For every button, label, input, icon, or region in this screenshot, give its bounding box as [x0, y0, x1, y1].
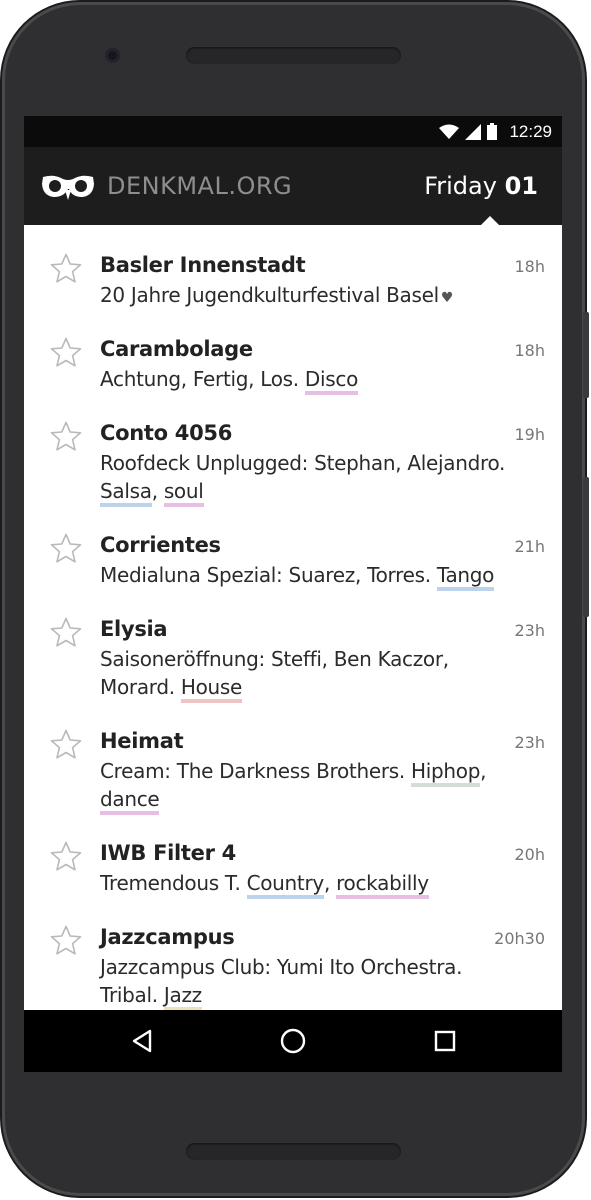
event-description: Saisoneröffnung: Steffi, Ben Kaczor, Mor…: [100, 645, 562, 703]
date-number: 01: [504, 172, 538, 200]
recents-button[interactable]: [415, 1010, 475, 1072]
star-icon[interactable]: [50, 925, 82, 956]
genre-tag-country[interactable]: Country: [246, 871, 324, 899]
genre-tag-house[interactable]: House: [180, 675, 242, 703]
brand-name[interactable]: DENKMAL.ORG: [107, 172, 292, 200]
event-time: 18h: [514, 257, 546, 276]
venue-name: Heimat: [100, 729, 184, 753]
day-label: Friday: [424, 172, 497, 200]
genre-tag-tango[interactable]: Tango: [436, 563, 494, 591]
app-bar: DENKMAL.ORG Friday 01: [24, 147, 562, 225]
star-icon[interactable]: [50, 253, 82, 284]
volume-button: [583, 477, 589, 617]
power-button: [583, 312, 589, 398]
event-description: Tremendous T. Country, rockabilly: [100, 869, 562, 899]
owl-logo-icon[interactable]: [41, 174, 95, 200]
event-time: 21h: [514, 537, 546, 556]
event-item[interactable]: Elysia Saisoneröffnung: Steffi, Ben Kacz…: [24, 616, 562, 728]
event-item[interactable]: Corrientes Medialuna Spezial: Suarez, To…: [24, 532, 562, 616]
event-item[interactable]: Carambolage Achtung, Fertig, Los. Disco …: [24, 336, 562, 420]
event-item[interactable]: Basler Innenstadt 20 Jahre Jugendkulturf…: [24, 252, 562, 336]
wifi-icon: [439, 124, 460, 139]
home-button[interactable]: [263, 1010, 323, 1072]
event-time: 20h30: [494, 929, 545, 948]
screen: 12:29 DENKMAL.ORG Friday 01 Basler Innen…: [24, 116, 562, 1072]
heart-icon: ♥: [440, 290, 454, 306]
battery-icon: [487, 123, 498, 140]
event-time: 18h: [514, 341, 546, 360]
star-icon[interactable]: [50, 421, 82, 452]
date-selector[interactable]: Friday 01: [424, 172, 538, 200]
venue-name: Corrientes: [100, 533, 221, 557]
genre-tag-salsa[interactable]: Salsa: [100, 479, 152, 507]
navigation-bar: [24, 1010, 562, 1072]
venue-name: Jazzcampus: [100, 925, 235, 949]
back-icon: [132, 1029, 152, 1053]
star-icon[interactable]: [50, 533, 82, 564]
event-description: 20 Jahre Jugendkulturfestival Basel ♥: [100, 283, 454, 307]
back-button[interactable]: [112, 1010, 172, 1072]
event-item[interactable]: Heimat Cream: The Darkness Brothers. Hip…: [24, 728, 562, 840]
event-description: Medialuna Spezial: Suarez, Torres. Tango: [100, 561, 562, 591]
event-description: Cream: The Darkness Brothers. Hiphop, da…: [100, 757, 562, 815]
event-description: Roofdeck Unplugged: Stephan, Alejandro. …: [100, 449, 562, 507]
genre-tag-hiphop[interactable]: Hiphop: [411, 759, 480, 787]
top-speaker: [186, 47, 401, 64]
event-time: 23h: [514, 733, 546, 752]
event-description: Achtung, Fertig, Los. Disco: [100, 365, 562, 395]
signal-icon: [465, 123, 482, 140]
recents-icon: [434, 1030, 456, 1052]
venue-name: Elysia: [100, 617, 168, 641]
status-bar: 12:29: [24, 116, 562, 147]
venue-name: Conto 4056: [100, 421, 233, 445]
event-time: 20h: [514, 845, 546, 864]
star-icon[interactable]: [50, 729, 82, 760]
venue-name: IWB Filter 4: [100, 841, 236, 865]
genre-tag-dance[interactable]: dance: [100, 787, 160, 815]
genre-tag-jazz[interactable]: Jazz: [163, 983, 202, 1011]
bottom-speaker: [186, 1143, 401, 1160]
genre-tag-rockabilly[interactable]: rockabilly: [336, 871, 429, 899]
event-item[interactable]: Conto 4056 Roofdeck Unplugged: Stephan, …: [24, 420, 562, 532]
event-description: Jazzcampus Club: Yumi Ito Orchestra. Tri…: [100, 953, 562, 1011]
genre-tag-soul[interactable]: soul: [163, 479, 204, 507]
genre-tag-disco[interactable]: Disco: [304, 367, 358, 395]
venue-name: Carambolage: [100, 337, 253, 361]
event-list: Basler Innenstadt 20 Jahre Jugendkulturf…: [24, 225, 562, 1036]
date-pointer: [481, 216, 499, 225]
venue-name: Basler Innenstadt: [100, 253, 306, 277]
status-time: 12:29: [509, 121, 552, 141]
home-icon: [280, 1028, 306, 1054]
star-icon[interactable]: [50, 337, 82, 368]
event-item[interactable]: IWB Filter 4 Tremendous T. Country, rock…: [24, 840, 562, 924]
star-icon[interactable]: [50, 617, 82, 648]
front-camera: [105, 48, 120, 63]
star-icon[interactable]: [50, 841, 82, 872]
event-time: 19h: [514, 425, 546, 444]
event-time: 23h: [514, 621, 546, 640]
